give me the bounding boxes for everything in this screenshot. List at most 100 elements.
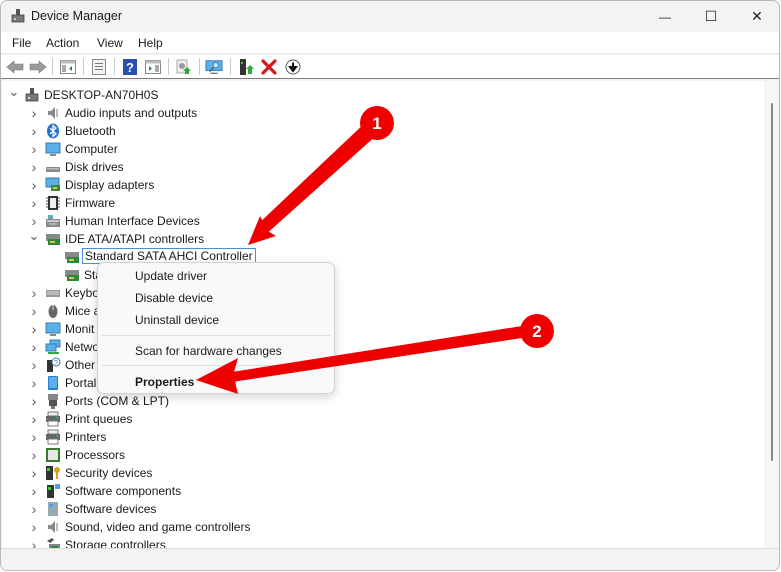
tree-category[interactable]: › Processors <box>2 446 762 464</box>
expand-chevron-icon[interactable]: › <box>29 410 39 428</box>
red-x-icon <box>261 59 277 75</box>
menu-item-disable-device[interactable]: Disable device <box>135 291 213 305</box>
menu-separator <box>102 335 330 336</box>
tree-category[interactable]: › Software devices <box>2 500 762 518</box>
tree-category[interactable]: › Display adapters <box>2 176 762 194</box>
properties-icon <box>92 59 106 75</box>
expand-chevron-icon[interactable]: › <box>29 320 39 338</box>
printer-icon <box>45 429 61 445</box>
tree-category[interactable]: › Sound, video and game controllers <box>2 518 762 536</box>
properties-toolbar-button[interactable] <box>90 58 108 76</box>
help-toolbar-button[interactable]: ? <box>121 58 139 76</box>
disable-device-toolbar-button[interactable] <box>284 58 302 76</box>
close-button[interactable]: ✕ <box>734 1 779 32</box>
tree-category[interactable]: › Storage controllers <box>2 536 762 548</box>
tree-item-label: Mice a <box>65 304 101 318</box>
software-component-icon <box>45 483 61 499</box>
expand-chevron-icon[interactable]: › <box>29 284 39 302</box>
tree-item-label: Firmware <box>65 196 115 210</box>
expand-chevron-icon[interactable]: › <box>29 518 39 536</box>
tree-item-label: Printers <box>65 430 107 444</box>
tree-item-label: Sound, video and game controllers <box>65 520 251 534</box>
enable-device-toolbar-button[interactable] <box>237 58 255 76</box>
show-action-pane-button[interactable] <box>144 58 162 76</box>
tree-category[interactable]: › Printers <box>2 428 762 446</box>
collapse-chevron-icon[interactable]: ⌄ <box>9 83 20 101</box>
maximize-icon: ☐ <box>704 8 718 24</box>
update-driver-toolbar-button[interactable] <box>175 58 193 76</box>
expand-chevron-icon[interactable]: › <box>29 176 39 194</box>
tree-category[interactable]: › Print queues <box>2 410 762 428</box>
expand-chevron-icon[interactable]: › <box>29 500 39 518</box>
tree-category[interactable]: ⌄ IDE ATA/ATAPI controllers <box>2 227 762 248</box>
back-arrow-icon <box>6 60 24 74</box>
monitor-icon <box>45 321 61 337</box>
vertical-scrollbar[interactable] <box>764 81 779 548</box>
tree-category[interactable]: › Human Interface Devices <box>2 212 762 230</box>
expand-chevron-icon[interactable]: › <box>29 392 39 410</box>
keyboard-icon <box>45 285 61 301</box>
menu-view[interactable]: View <box>97 36 123 50</box>
security-key-icon <box>45 465 61 481</box>
expand-chevron-icon[interactable]: › <box>29 338 39 356</box>
expand-chevron-icon[interactable]: › <box>29 122 39 140</box>
tree-item-label: Other <box>65 358 96 372</box>
expand-chevron-icon[interactable]: › <box>29 446 39 464</box>
monitor-icon <box>45 141 61 157</box>
processor-icon <box>45 447 61 463</box>
expand-chevron-icon[interactable]: › <box>29 482 39 500</box>
port-icon <box>45 393 61 409</box>
menu-item-properties[interactable]: Properties <box>135 375 194 389</box>
expand-chevron-icon[interactable]: › <box>29 140 39 158</box>
title-bar: Device Manager — ☐ ✕ <box>1 1 779 32</box>
expand-chevron-icon[interactable]: › <box>29 428 39 446</box>
tree-item-label: Keybo <box>65 286 100 300</box>
tree-category[interactable]: › Bluetooth <box>2 122 762 140</box>
scan-hardware-toolbar-button[interactable] <box>205 58 223 76</box>
menu-bar: File Action View Help <box>1 32 779 54</box>
forward-button[interactable] <box>29 58 47 76</box>
collapse-chevron-icon[interactable]: ⌄ <box>29 227 40 245</box>
minimize-icon: — <box>659 9 671 24</box>
toolbar-separator <box>199 58 200 75</box>
minimize-button[interactable]: — <box>642 1 688 32</box>
action-pane-icon <box>145 60 161 74</box>
tree-category[interactable]: › Disk drives <box>2 158 762 176</box>
menu-help[interactable]: Help <box>138 36 163 50</box>
menu-item-uninstall-device[interactable]: Uninstall device <box>135 313 219 327</box>
tree-item-label: Software components <box>65 484 182 498</box>
expand-chevron-icon[interactable]: › <box>29 464 39 482</box>
expand-chevron-icon[interactable]: › <box>29 194 39 212</box>
menu-file[interactable]: File <box>12 36 31 50</box>
tree-category[interactable]: › Audio inputs and outputs <box>2 104 762 122</box>
network-icon <box>45 339 61 355</box>
tree-item-label: Ports (COM & LPT) <box>65 394 170 408</box>
tree-category[interactable]: › Firmware <box>2 194 762 212</box>
expand-chevron-icon[interactable]: › <box>29 536 39 548</box>
expand-chevron-icon[interactable]: › <box>29 374 39 392</box>
forward-arrow-icon <box>29 60 47 74</box>
tree-category[interactable]: › Ports (COM & LPT) <box>2 392 762 410</box>
chip-icon <box>45 195 61 211</box>
menu-action[interactable]: Action <box>46 36 79 50</box>
tree-category[interactable]: › Security devices <box>2 464 762 482</box>
tree-item-label: Storage controllers <box>65 538 166 548</box>
tree-root[interactable]: ⌄ DESKTOP-AN70H0S <box>2 83 762 104</box>
uninstall-device-toolbar-button[interactable] <box>260 58 278 76</box>
expand-chevron-icon[interactable]: › <box>29 302 39 320</box>
menu-item-scan-hardware[interactable]: Scan for hardware changes <box>135 344 282 358</box>
device-manager-icon <box>11 9 25 23</box>
menu-item-update-driver[interactable]: Update driver <box>135 269 207 283</box>
tree-category[interactable]: › Computer <box>2 140 762 158</box>
back-button[interactable] <box>6 58 24 76</box>
scrollbar-thumb[interactable] <box>771 103 773 461</box>
tree-category[interactable]: › Software components <box>2 482 762 500</box>
hid-icon <box>45 213 61 229</box>
expand-chevron-icon[interactable]: › <box>29 356 39 374</box>
expand-chevron-icon[interactable]: › <box>29 158 39 176</box>
show-hide-console-tree-button[interactable] <box>59 58 77 76</box>
expand-chevron-icon[interactable]: › <box>29 104 39 122</box>
status-bar <box>1 548 779 570</box>
maximize-button[interactable]: ☐ <box>688 1 734 32</box>
computer-root-icon <box>24 87 40 103</box>
